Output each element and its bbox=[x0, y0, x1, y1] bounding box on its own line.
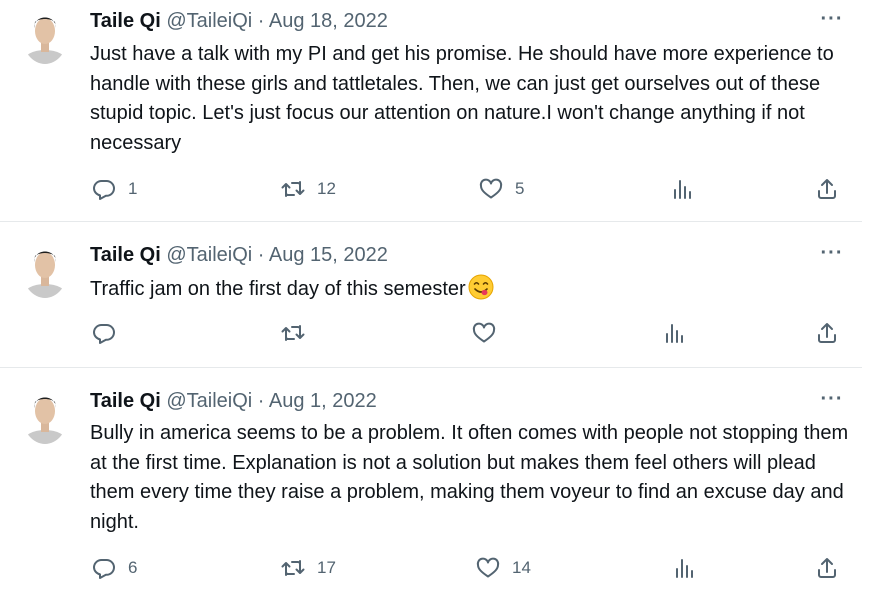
analytics-icon bbox=[666, 324, 683, 343]
reply-icon bbox=[93, 180, 115, 200]
header-separator: · bbox=[257, 10, 265, 32]
reply-button[interactable]: 6 bbox=[92, 554, 137, 582]
avatar[interactable] bbox=[22, 6, 68, 64]
heart-icon bbox=[476, 557, 500, 578]
reply-count: 1 bbox=[128, 179, 138, 198]
retweet-icon bbox=[281, 560, 305, 576]
retweet-icon bbox=[281, 325, 305, 341]
more-icon[interactable]: ··· bbox=[818, 389, 846, 410]
like-button[interactable]: 14 bbox=[476, 554, 531, 582]
tweet-date[interactable]: Aug 18, 2022 bbox=[269, 10, 388, 32]
face-savoring-food-emoji bbox=[468, 274, 494, 300]
header-separator: · bbox=[257, 390, 265, 412]
author-name[interactable]: Taile Qi bbox=[90, 244, 161, 266]
like-button[interactable]: 5 bbox=[479, 175, 524, 203]
tweet[interactable]: Taile Qi @TaileiQi · Aug 18, 2022 ··· Ju… bbox=[0, 0, 862, 222]
retweet-button[interactable]: 12 bbox=[281, 175, 336, 203]
retweet-button[interactable] bbox=[281, 319, 317, 347]
tweet-date[interactable]: Aug 1, 2022 bbox=[269, 390, 377, 412]
analytics-icon bbox=[676, 559, 693, 578]
reply-button[interactable] bbox=[92, 319, 128, 347]
tweet-text: Just have a talk with my PI and get his … bbox=[90, 43, 834, 154]
heart-icon bbox=[472, 322, 496, 343]
analytics-icon bbox=[674, 180, 691, 199]
share-icon bbox=[818, 323, 836, 343]
tweet-actions: 6 17 14 bbox=[0, 554, 862, 582]
tweet-actions bbox=[0, 319, 862, 347]
reply-icon bbox=[93, 324, 115, 344]
tweet[interactable]: Taile Qi @TaileiQi · Aug 1, 2022 ··· Bul… bbox=[0, 368, 862, 599]
tweet-text-container: Traffic jam on the first day of this sem… bbox=[90, 274, 850, 305]
share-button[interactable] bbox=[815, 175, 839, 203]
views-button[interactable] bbox=[672, 554, 696, 582]
retweet-count: 12 bbox=[317, 179, 336, 198]
tweet-date[interactable]: Aug 15, 2022 bbox=[269, 244, 388, 266]
like-count: 14 bbox=[512, 558, 531, 577]
like-button[interactable] bbox=[472, 319, 508, 347]
tweet-header: Taile Qi @TaileiQi · Aug 18, 2022 bbox=[90, 9, 388, 33]
author-handle[interactable]: @TaileiQi bbox=[166, 10, 252, 32]
tweet-text: Traffic jam on the first day of this sem… bbox=[90, 278, 466, 300]
author-name[interactable]: Taile Qi bbox=[90, 10, 161, 32]
tweet-header: Taile Qi @TaileiQi · Aug 15, 2022 bbox=[90, 243, 388, 267]
avatar[interactable] bbox=[22, 240, 68, 298]
more-icon[interactable]: ··· bbox=[818, 243, 846, 264]
heart-icon bbox=[479, 178, 503, 199]
views-button[interactable] bbox=[662, 319, 686, 347]
author-handle[interactable]: @TaileiQi bbox=[166, 390, 252, 412]
reply-count: 6 bbox=[128, 558, 138, 577]
retweet-button[interactable]: 17 bbox=[281, 554, 336, 582]
more-icon[interactable]: ··· bbox=[818, 9, 846, 30]
tweet[interactable]: Taile Qi @TaileiQi · Aug 15, 2022 ··· Tr… bbox=[0, 222, 862, 368]
author-handle[interactable]: @TaileiQi bbox=[166, 244, 252, 266]
share-button[interactable] bbox=[815, 319, 839, 347]
like-count: 5 bbox=[515, 179, 525, 198]
share-icon bbox=[818, 179, 836, 199]
views-button[interactable] bbox=[670, 175, 694, 203]
reply-icon bbox=[93, 559, 115, 579]
tweet-actions: 1 12 5 bbox=[0, 175, 862, 203]
header-separator: · bbox=[257, 244, 265, 266]
retweet-count: 17 bbox=[317, 558, 336, 577]
avatar[interactable] bbox=[22, 386, 68, 444]
reply-button[interactable]: 1 bbox=[92, 175, 137, 203]
retweet-icon bbox=[281, 181, 305, 197]
tweet-header: Taile Qi @TaileiQi · Aug 1, 2022 bbox=[90, 389, 377, 413]
share-button[interactable] bbox=[815, 554, 839, 582]
author-name[interactable]: Taile Qi bbox=[90, 390, 161, 412]
share-icon bbox=[818, 558, 836, 578]
tweet-text: Bully in america seems to be a problem. … bbox=[90, 422, 849, 533]
